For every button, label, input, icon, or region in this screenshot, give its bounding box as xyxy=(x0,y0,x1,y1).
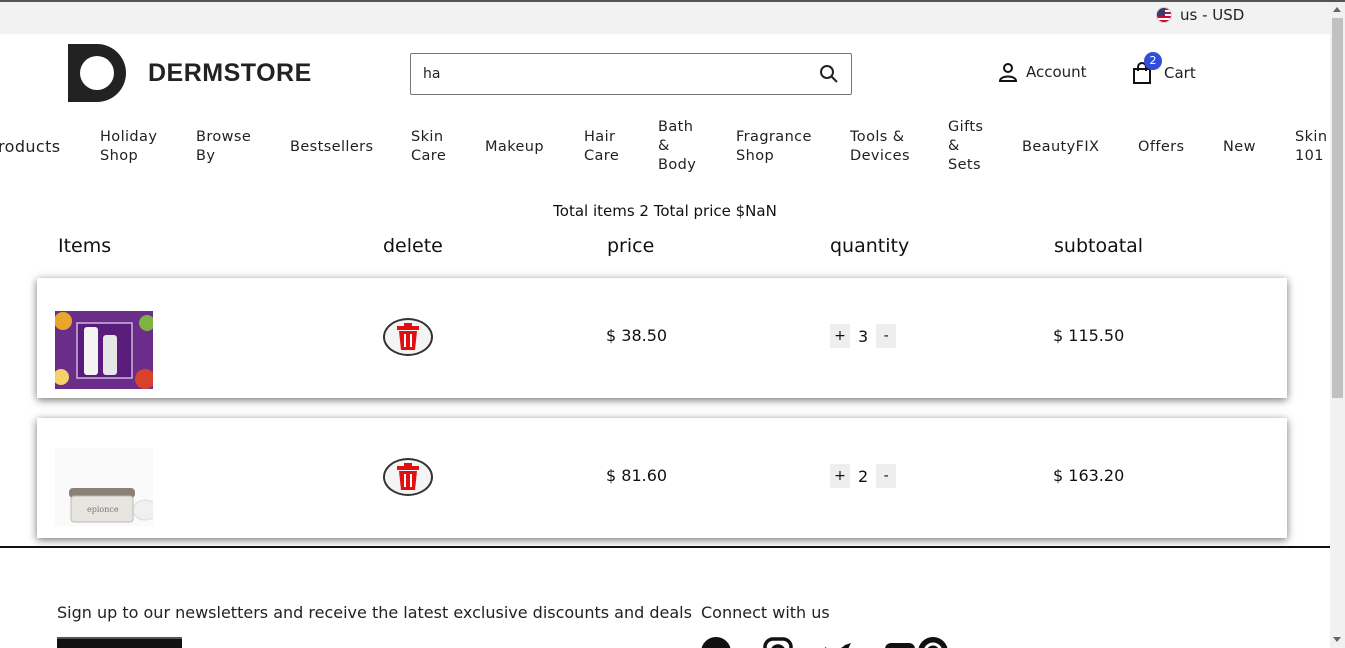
nav-item-hair-care[interactable]: Hair Care xyxy=(584,128,619,166)
nav-item-browse-by[interactable]: Browse By xyxy=(196,128,251,166)
quantity-stepper: + 2 - xyxy=(830,464,897,488)
decrease-quantity-button[interactable]: - xyxy=(876,464,897,488)
locale-selector[interactable]: us - USD xyxy=(1156,6,1244,24)
nav-item-gifts-sets[interactable]: Gifts & Sets xyxy=(948,118,983,175)
nav-item-new[interactable]: New xyxy=(1223,138,1256,157)
youtube-icon[interactable] xyxy=(885,637,915,648)
increase-quantity-button[interactable]: + xyxy=(830,324,850,348)
cart-label: Cart xyxy=(1164,64,1196,82)
quantity-value: 3 xyxy=(858,326,869,346)
nav-item-skin-101[interactable]: Skin 101 xyxy=(1295,128,1327,166)
delete-button[interactable] xyxy=(383,458,433,496)
shopping-bag-icon: 2 xyxy=(1132,52,1162,84)
search-input[interactable] xyxy=(423,64,803,84)
pinterest-icon[interactable] xyxy=(918,637,948,648)
cart-row: $ 38.50 + 3 - $ 115.50 xyxy=(37,278,1287,398)
delete-button[interactable] xyxy=(383,318,433,356)
account-label: Account xyxy=(1026,63,1087,81)
item-subtotal: $ 115.50 xyxy=(1053,326,1125,345)
scroll-up-arrow-icon[interactable] xyxy=(1333,7,1341,12)
item-price: $ 38.50 xyxy=(606,326,668,345)
trash-icon xyxy=(397,323,419,350)
nav-item-fragrance-shop[interactable]: Fragrance Shop xyxy=(736,128,812,166)
quantity-stepper: + 3 - xyxy=(830,324,897,348)
nav-item-beautyfix[interactable]: BeautyFIX xyxy=(1022,138,1099,157)
newsletter-signup-button[interactable] xyxy=(57,637,182,648)
scrollbar-thumb[interactable] xyxy=(1332,18,1343,398)
nav-item-makeup[interactable]: Makeup xyxy=(485,138,544,157)
us-flag-icon xyxy=(1156,7,1172,23)
nav-item-tools-devices[interactable]: Tools & Devices xyxy=(850,128,910,166)
nav-item-bestsellers[interactable]: Bestsellers xyxy=(290,138,373,157)
trash-icon xyxy=(397,463,419,490)
user-icon xyxy=(998,63,1018,82)
item-subtotal: $ 163.20 xyxy=(1053,466,1125,485)
cart-link[interactable]: 2 Cart xyxy=(1132,52,1196,84)
dermstore-logo-icon xyxy=(68,44,126,102)
locale-bar xyxy=(0,2,1330,34)
newsletter-text: Sign up to our newsletters and receive t… xyxy=(57,603,692,622)
item-price: $ 81.60 xyxy=(606,466,668,485)
twitter-icon[interactable] xyxy=(823,637,853,648)
column-header-price: price xyxy=(607,235,655,257)
scroll-down-arrow-icon[interactable] xyxy=(1333,637,1341,642)
quantity-value: 2 xyxy=(858,466,869,486)
column-header-subtotal: subtoatal xyxy=(1054,235,1144,257)
product-image[interactable] xyxy=(55,311,153,389)
cart-count-badge: 2 xyxy=(1144,52,1162,70)
increase-quantity-button[interactable]: + xyxy=(830,464,850,488)
account-link[interactable]: Account xyxy=(998,62,1087,82)
locale-label: us - USD xyxy=(1180,6,1245,24)
cart-summary: Total items 2 Total price $NaN xyxy=(553,202,777,220)
nav-item-offers[interactable]: Offers xyxy=(1138,138,1184,157)
search-icon[interactable] xyxy=(819,64,839,84)
connect-heading: Connect with us xyxy=(701,603,830,622)
nav-item-holiday-shop[interactable]: Holiday Shop xyxy=(100,128,157,166)
svg-text:epionce: epionce xyxy=(87,505,119,514)
nav-item-products[interactable]: roducts xyxy=(0,137,61,156)
footer-divider xyxy=(0,546,1330,548)
brand-logo[interactable]: DERMSTORE xyxy=(68,44,312,102)
search-box[interactable] xyxy=(410,53,852,95)
nav-item-bath-body[interactable]: Bath & Body xyxy=(658,118,696,175)
facebook-icon[interactable] xyxy=(701,637,731,648)
column-header-quantity: quantity xyxy=(830,235,910,257)
cart-row: epionce $ 81.60 + 2 - $ 163.20 xyxy=(37,418,1287,538)
decrease-quantity-button[interactable]: - xyxy=(876,324,897,348)
column-header-delete: delete xyxy=(383,235,443,257)
product-image[interactable]: epionce xyxy=(55,448,153,526)
column-header-items: Items xyxy=(58,235,112,257)
main-nav: roducts Holiday Shop Browse By Bestselle… xyxy=(0,118,1330,178)
brand-name: DERMSTORE xyxy=(148,58,312,87)
nav-item-skin-care[interactable]: Skin Care xyxy=(411,128,446,166)
instagram-icon[interactable] xyxy=(763,637,793,648)
